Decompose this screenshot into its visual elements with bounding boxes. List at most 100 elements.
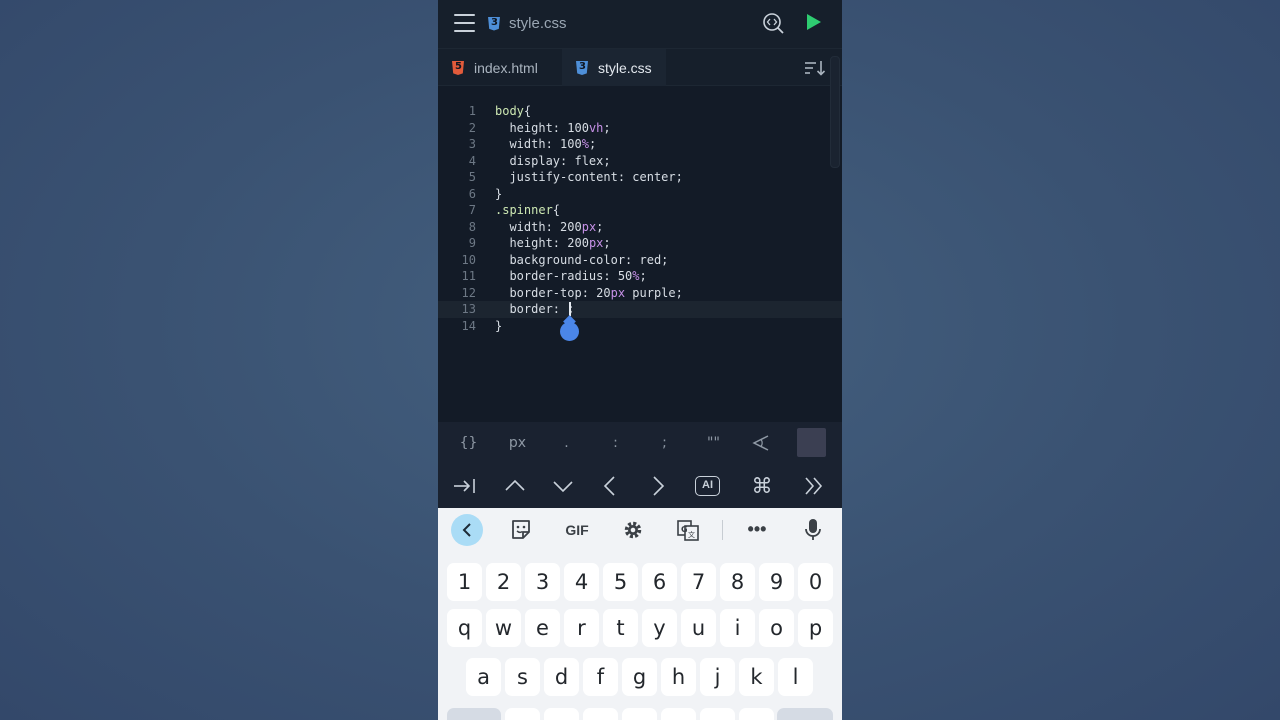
key-o[interactable]: o	[759, 609, 794, 647]
code-line[interactable]: 13 border: ;	[438, 301, 842, 318]
code-line[interactable]: 6}	[438, 186, 842, 203]
code-text: }	[495, 186, 503, 201]
key-k[interactable]: k	[739, 658, 774, 696]
symbol-braces[interactable]: {}	[444, 422, 493, 464]
caret-right-icon[interactable]	[644, 472, 672, 500]
line-number: 3	[468, 137, 476, 151]
key-t[interactable]: t	[603, 609, 638, 647]
code-text: background-color: red;	[495, 252, 669, 267]
code-line[interactable]: 8 width: 200px;	[438, 219, 842, 236]
key-bottom-row[interactable]	[505, 708, 540, 720]
key-3[interactable]: 3	[525, 563, 560, 601]
settings-icon[interactable]	[618, 515, 648, 545]
command-icon[interactable]: ⌘	[748, 472, 776, 500]
key-l[interactable]: l	[778, 658, 813, 696]
key-bottom-row[interactable]	[661, 708, 696, 720]
code-text: body{	[495, 104, 532, 118]
key-a[interactable]: a	[466, 658, 501, 696]
code-line[interactable]: 14}	[438, 318, 842, 335]
key-bottom-row[interactable]	[544, 708, 579, 720]
key-4[interactable]: 4	[564, 563, 599, 601]
key-7[interactable]: 7	[681, 563, 716, 601]
caret-left-icon[interactable]	[596, 472, 624, 500]
key-i[interactable]: i	[720, 609, 755, 647]
key-0[interactable]: 0	[798, 563, 833, 601]
sticker-icon[interactable]	[506, 515, 536, 545]
file-tabs: index.html style.css	[438, 48, 842, 87]
symbol-colon[interactable]: :	[591, 422, 640, 464]
caret-down-icon[interactable]	[549, 472, 577, 500]
key-e[interactable]: e	[525, 609, 560, 647]
key-8[interactable]: 8	[720, 563, 755, 601]
gif-icon[interactable]: GIF	[562, 515, 592, 545]
key-u[interactable]: u	[681, 609, 716, 647]
ai-icon[interactable]: AI	[694, 472, 722, 500]
key-p[interactable]: p	[798, 609, 833, 647]
key-y[interactable]: y	[642, 609, 677, 647]
backspace-key[interactable]	[777, 708, 833, 720]
tab-style-css[interactable]: style.css	[562, 49, 666, 87]
key-bottom-row[interactable]	[739, 708, 774, 720]
key-1[interactable]: 1	[447, 563, 482, 601]
sort-icon[interactable]	[804, 59, 826, 77]
key-w[interactable]: w	[486, 609, 521, 647]
key-5[interactable]: 5	[603, 563, 638, 601]
key-d[interactable]: d	[544, 658, 579, 696]
mic-icon[interactable]	[798, 515, 828, 545]
code-line[interactable]: 5 justify-content: center;	[438, 169, 842, 186]
code-line[interactable]: 12 border-top: 20px purple;	[438, 285, 842, 302]
menu-icon[interactable]	[454, 14, 475, 32]
code-line[interactable]: 10 background-color: red;	[438, 252, 842, 269]
cursor-drag-handle[interactable]	[560, 322, 579, 341]
line-number: 10	[461, 252, 476, 267]
preview-icon[interactable]	[762, 12, 784, 34]
line-number: 6	[468, 186, 476, 201]
key-bottom-row[interactable]	[700, 708, 735, 720]
code-line[interactable]: 3 width: 100%;	[438, 136, 842, 153]
symbol-px[interactable]: px	[493, 422, 542, 464]
double-chevron-right-icon[interactable]	[800, 472, 828, 500]
angle-icon[interactable]	[752, 435, 770, 451]
key-2[interactable]: 2	[486, 563, 521, 601]
more-icon[interactable]: •••	[742, 515, 772, 545]
tab-label: style.css	[598, 60, 652, 76]
code-text: border-top: 20px purple;	[495, 285, 683, 300]
symbol-semicolon[interactable]: ;	[640, 422, 689, 464]
key-bottom-row[interactable]	[622, 708, 657, 720]
key-r[interactable]: r	[564, 609, 599, 647]
key-s[interactable]: s	[505, 658, 540, 696]
code-line[interactable]: 4 display: flex;	[438, 153, 842, 170]
key-f[interactable]: f	[583, 658, 618, 696]
back-icon[interactable]	[451, 514, 483, 546]
translate-icon[interactable]: G 文	[673, 515, 703, 545]
key-g[interactable]: g	[622, 658, 657, 696]
code-editor[interactable]: 1 body{ 2 height: 100vh; 3 width: 100%; 4 di…	[438, 56, 842, 422]
line-number: 1	[468, 104, 476, 118]
key-j[interactable]: j	[700, 658, 735, 696]
tab-indent-icon[interactable]	[451, 472, 479, 500]
line-number: 12	[461, 285, 476, 300]
key-q[interactable]: q	[447, 609, 482, 647]
key-6[interactable]: 6	[642, 563, 677, 601]
symbol-quotes[interactable]: ""	[689, 422, 738, 464]
tab-index-html[interactable]: index.html	[438, 49, 552, 87]
code-text: width: 200px;	[495, 219, 604, 234]
code-line[interactable]: 11 border-radius: 50%;	[438, 268, 842, 285]
shift-key[interactable]	[447, 708, 501, 720]
caret-up-icon[interactable]	[501, 472, 529, 500]
key-9[interactable]: 9	[759, 563, 794, 601]
svg-text:文: 文	[688, 530, 695, 539]
symbol-dot[interactable]: .	[542, 422, 591, 464]
run-icon[interactable]	[806, 13, 822, 31]
code-line[interactable]: 7 .spinner{	[438, 202, 842, 219]
symbol-bar: {} px . : ; ""	[438, 422, 842, 464]
code-line[interactable]: 9 height: 200px;	[438, 235, 842, 252]
code-line[interactable]: 1 body{	[438, 103, 842, 120]
color-swatch[interactable]	[797, 428, 826, 457]
key-h[interactable]: h	[661, 658, 696, 696]
current-file-name: style.css	[509, 15, 567, 32]
phone-screen: style.css index.html style.css	[438, 0, 842, 720]
key-bottom-row[interactable]	[583, 708, 618, 720]
code-line[interactable]: 2 height: 100vh;	[438, 120, 842, 137]
tab-label: index.html	[474, 60, 538, 76]
